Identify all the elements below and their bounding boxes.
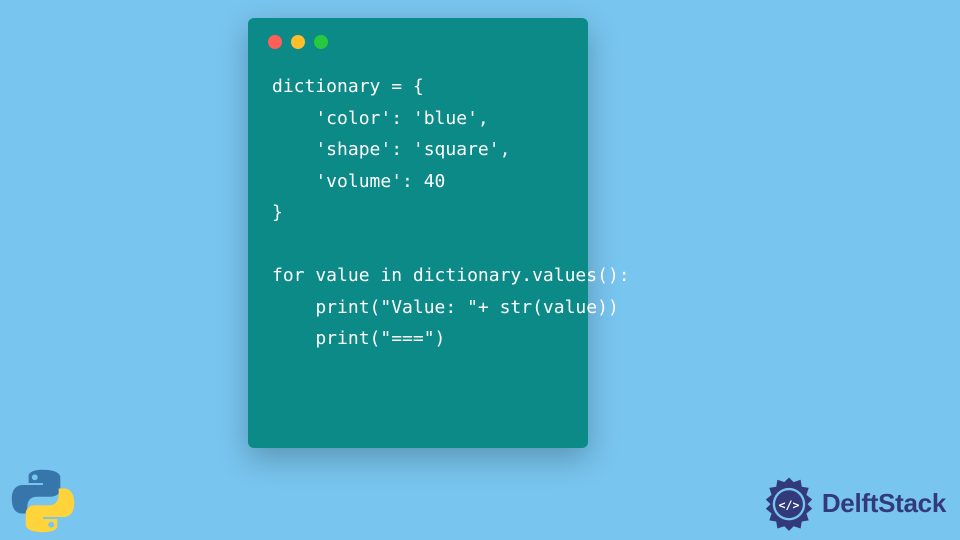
svg-text:</>: </> — [778, 498, 799, 512]
gear-code-icon: </> — [760, 474, 818, 532]
code-window: dictionary = { 'color': 'blue', 'shape':… — [248, 18, 588, 448]
python-logo-icon — [10, 468, 76, 534]
delftstack-logo: </> DelftStack — [760, 474, 946, 532]
close-icon — [268, 35, 282, 49]
minimize-icon — [291, 35, 305, 49]
code-block: dictionary = { 'color': 'blue', 'shape':… — [248, 49, 588, 355]
maximize-icon — [314, 35, 328, 49]
brand-name: DelftStack — [822, 488, 946, 519]
window-controls — [248, 18, 588, 49]
